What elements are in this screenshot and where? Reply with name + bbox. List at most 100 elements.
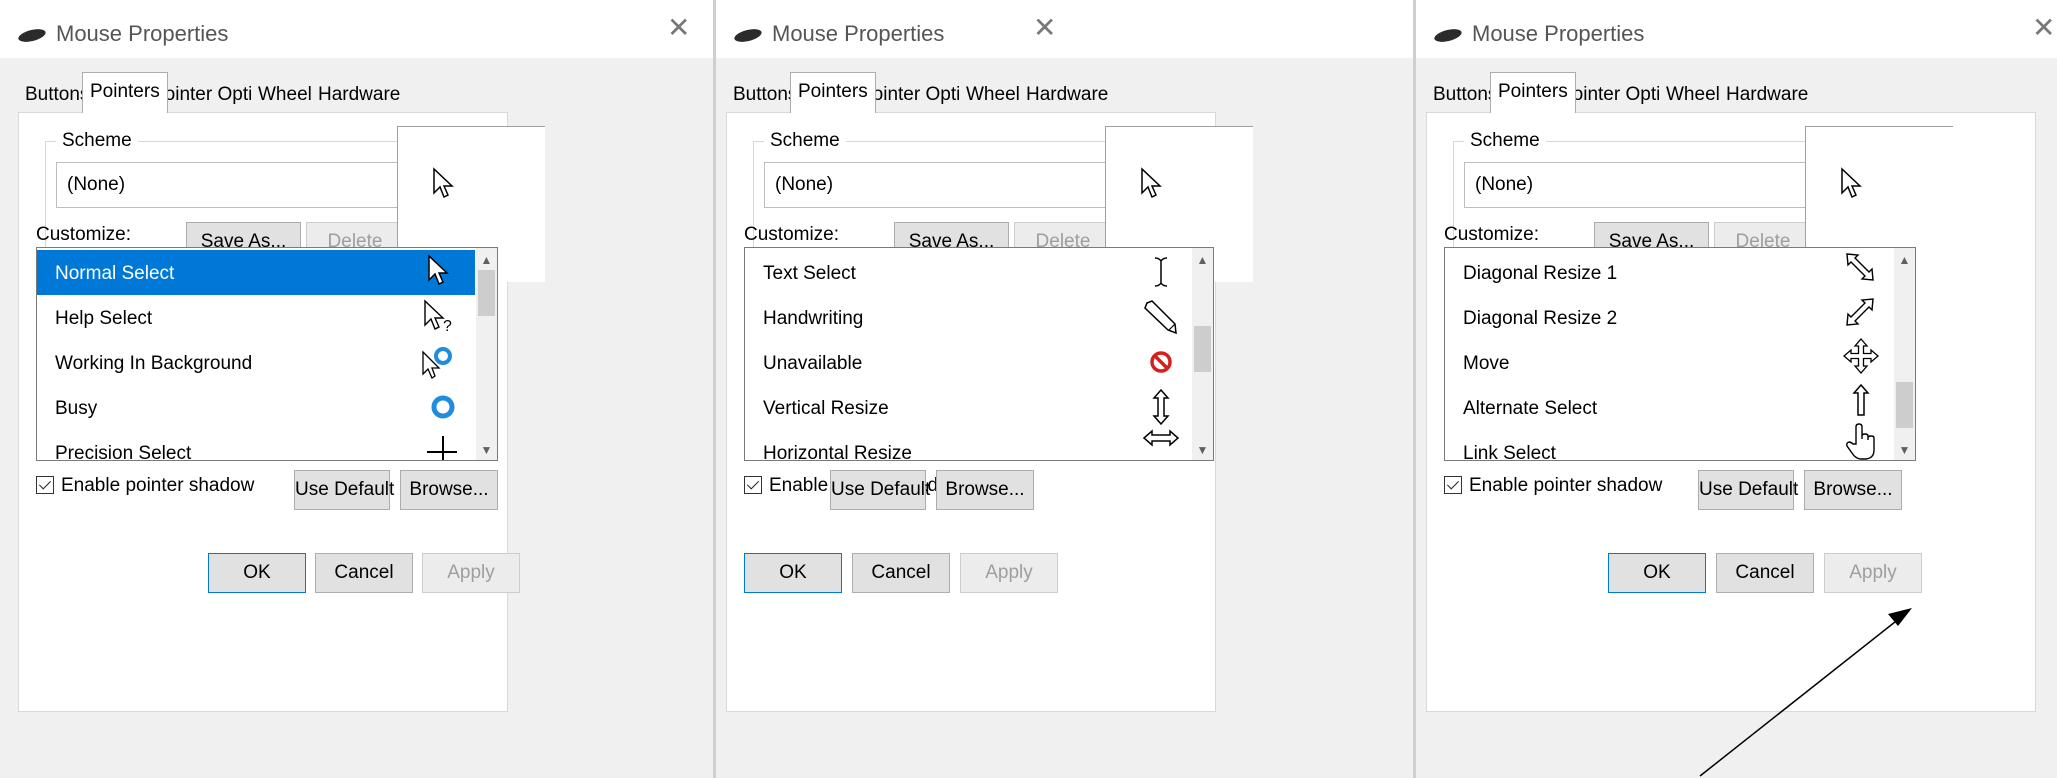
scroll-up-icon[interactable]: ▲	[1894, 250, 1915, 270]
scheme-value: (None)	[775, 174, 834, 195]
browse-button[interactable]: Browse...	[400, 470, 498, 510]
horizontal-resize-icon	[1142, 429, 1180, 447]
item-label: Unavailable	[763, 353, 863, 374]
scroll-thumb[interactable]	[1896, 382, 1913, 428]
customize-label: Customize:	[36, 224, 132, 245]
cursor-list[interactable]: Text Select Handwriting Unavailable Vert…	[744, 247, 1214, 461]
tab-pointers[interactable]: Pointers	[790, 72, 876, 113]
close-icon[interactable]: ✕	[1033, 14, 1056, 42]
tab-hardware[interactable]: Hardware	[311, 78, 408, 112]
scroll-down-icon[interactable]: ▼	[1894, 440, 1915, 460]
list-item[interactable]: Vertical Resize	[745, 385, 1191, 430]
apply-button[interactable]: Apply	[1824, 553, 1922, 593]
item-label: Move	[1463, 353, 1510, 374]
scroll-down-icon[interactable]: ▼	[476, 440, 497, 460]
list-scrollbar[interactable]: ▲ ▼	[1192, 248, 1213, 460]
mouse-icon	[17, 26, 47, 45]
list-item[interactable]: Horizontal Resize	[745, 429, 1191, 460]
item-label: Diagonal Resize 2	[1463, 308, 1618, 329]
alternate-select-icon	[1852, 383, 1870, 416]
tab-wheel[interactable]: Wheel	[959, 78, 1028, 112]
tab-wheel[interactable]: Wheel	[251, 78, 320, 112]
list-item[interactable]: Handwriting	[745, 295, 1191, 340]
item-label: Text Select	[763, 263, 856, 284]
tab-hardware[interactable]: Hardware	[1019, 78, 1116, 112]
scheme-label: Scheme	[1464, 130, 1546, 152]
list-scrollbar[interactable]: ▲ ▼	[476, 248, 497, 460]
cancel-button[interactable]: Cancel	[1716, 553, 1814, 593]
list-item[interactable]: Precision Select	[37, 430, 475, 460]
tab-pointers[interactable]: Pointers	[82, 72, 168, 113]
arrow-cursor-preview-icon	[433, 167, 454, 199]
checkbox-checked-icon[interactable]	[744, 476, 762, 494]
scheme-label: Scheme	[56, 130, 138, 152]
checkbox-label: Enable pointer shadow	[61, 475, 255, 496]
scroll-down-icon[interactable]: ▼	[1192, 440, 1213, 460]
close-icon[interactable]: ✕	[2032, 14, 2055, 42]
list-item[interactable]: Normal Select	[37, 250, 475, 295]
title-bar: Mouse Properties ✕	[716, 0, 1413, 58]
list-scrollbar[interactable]: ▲ ▼	[1894, 248, 1915, 460]
screenshot-stage: Mouse Properties ✕ Buttons Pointers Poin…	[0, 0, 2057, 778]
cursor-list[interactable]: Normal Select Help Select ? Working In B…	[36, 247, 498, 461]
diagonal-resize-2-icon	[1846, 298, 1874, 326]
scroll-thumb[interactable]	[1194, 326, 1211, 372]
item-label: Vertical Resize	[763, 398, 889, 419]
list-item[interactable]: Text Select	[745, 250, 1191, 295]
unavailable-cursor-icon	[1150, 351, 1172, 373]
browse-button[interactable]: Browse...	[1804, 470, 1902, 510]
customize-label: Customize:	[744, 224, 840, 245]
ok-button[interactable]: OK	[208, 553, 306, 593]
list-item[interactable]: Help Select ?	[37, 295, 475, 340]
scheme-value: (None)	[1475, 174, 1534, 195]
item-label: Busy	[55, 398, 98, 419]
list-item[interactable]: Diagonal Resize 1	[1445, 250, 1893, 295]
title-bar: Mouse Properties ✕	[1416, 0, 2057, 58]
tab-wheel[interactable]: Wheel	[1659, 78, 1728, 112]
tab-hardware[interactable]: Hardware	[1719, 78, 1816, 112]
hand-cursor-icon	[1846, 423, 1875, 460]
arrow-cursor-preview-icon	[1141, 167, 1162, 199]
cancel-button[interactable]: Cancel	[852, 553, 950, 593]
busy-cursor-icon	[431, 395, 455, 419]
browse-button[interactable]: Browse...	[936, 470, 1034, 510]
title-bar: Mouse Properties ✕	[0, 0, 713, 58]
window-title: Mouse Properties	[772, 21, 945, 46]
diagonal-resize-1-icon	[1846, 253, 1874, 281]
checkbox-label: Enable pointer shadow	[1469, 475, 1663, 496]
list-item[interactable]: Move	[1445, 338, 1893, 385]
checkbox-checked-icon[interactable]	[1444, 476, 1462, 494]
apply-button[interactable]: Apply	[422, 553, 520, 593]
working-cursor-icon	[422, 347, 452, 379]
cursor-list[interactable]: Diagonal Resize 1 Diagonal Resize 2 Move…	[1444, 247, 1916, 461]
help-cursor-icon: ?	[424, 299, 452, 335]
cancel-button[interactable]: Cancel	[315, 553, 413, 593]
scroll-thumb[interactable]	[478, 270, 495, 316]
tab-pointers[interactable]: Pointers	[1490, 72, 1576, 113]
item-label: Diagonal Resize 1	[1463, 263, 1618, 284]
ok-button[interactable]: OK	[1608, 553, 1706, 593]
list-item[interactable]: Unavailable	[745, 340, 1191, 385]
mouse-properties-dialog-2: Mouse Properties ✕ Buttons Pointers Poin…	[713, 0, 1413, 778]
item-label: Normal Select	[55, 263, 175, 284]
use-default-button[interactable]: Use Default	[294, 470, 394, 510]
checkbox-checked-icon[interactable]	[36, 476, 54, 494]
use-default-button[interactable]: Use Default	[830, 470, 930, 510]
close-icon[interactable]: ✕	[667, 14, 690, 42]
scroll-up-icon[interactable]: ▲	[476, 250, 497, 270]
list-item[interactable]: Link Select	[1445, 423, 1893, 461]
text-cursor-icon	[1154, 257, 1168, 287]
item-label: Alternate Select	[1463, 398, 1598, 419]
move-cursor-icon	[1843, 338, 1879, 374]
list-item[interactable]: Busy	[37, 385, 475, 430]
mouse-properties-dialog-3: Mouse Properties ✕ Buttons Pointers Poin…	[1413, 0, 2057, 778]
item-label: Link Select	[1463, 443, 1556, 461]
use-default-button[interactable]: Use Default	[1698, 470, 1798, 510]
apply-button[interactable]: Apply	[960, 553, 1058, 593]
list-item[interactable]: Diagonal Resize 2	[1445, 295, 1893, 340]
list-item[interactable]: Working In Background	[37, 340, 475, 385]
list-item[interactable]: Alternate Select	[1445, 383, 1893, 430]
ok-button[interactable]: OK	[744, 553, 842, 593]
mouse-icon	[733, 26, 763, 45]
scroll-up-icon[interactable]: ▲	[1192, 250, 1213, 270]
